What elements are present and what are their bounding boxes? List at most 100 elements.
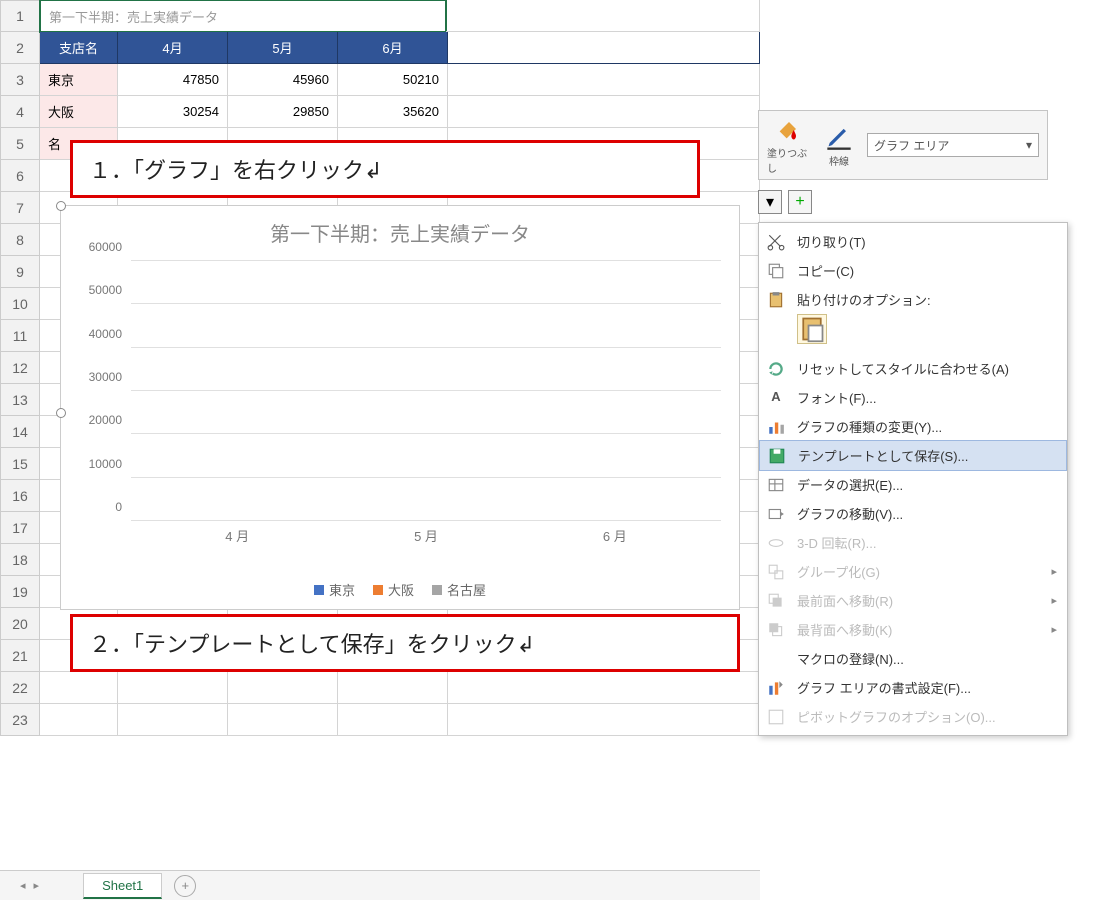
menu-font[interactable]: A フォント(F)... [759,383,1067,412]
sheet-tab[interactable]: Sheet1 [83,873,162,899]
row-header[interactable]: 20 [0,608,40,640]
header-apr[interactable]: 4月 [118,32,228,64]
legend-item-nagoya[interactable]: 名古屋 [432,580,486,599]
y-tick: 0 [115,500,122,514]
row-header[interactable]: 8 [0,224,40,256]
cell-branch[interactable]: 大阪 [40,96,118,128]
menu-save-as-template[interactable]: テンプレートとして保存(S)... [759,440,1067,471]
cell[interactable] [448,64,760,96]
menu-move-chart[interactable]: グラフの移動(V)... [759,499,1067,528]
cell[interactable] [118,704,228,736]
row-header[interactable]: 19 [0,576,40,608]
cell-value[interactable]: 50210 [338,64,448,96]
header-branch[interactable]: 支店名 [40,32,118,64]
embedded-chart[interactable]: 第一下半期：売上実績データ 0 10000 20000 30000 40000 … [60,205,740,610]
row-header[interactable]: 13 [0,384,40,416]
row-header[interactable]: 18 [0,544,40,576]
x-tick: 4 月 [225,526,249,545]
row-header[interactable]: 9 [0,256,40,288]
header-may[interactable]: 5月 [228,32,338,64]
cell[interactable] [446,0,760,32]
menu-cut[interactable]: 切り取り(T) [759,227,1067,256]
paste-option-button[interactable] [797,314,827,344]
header-jun[interactable]: 6月 [338,32,448,64]
menu-format-chart-area[interactable]: グラフ エリアの書式設定(F)... [759,673,1067,702]
menu-select-data[interactable]: データの選択(E)... [759,470,1067,499]
cell[interactable] [448,704,760,736]
tab-prev-icon[interactable]: ◂ [20,879,26,892]
row-header[interactable]: 2 [0,32,40,64]
row-header[interactable]: 5 [0,128,40,160]
tab-nav[interactable]: ◂ ▸ [20,879,39,892]
cell-value[interactable]: 45960 [228,64,338,96]
chart-resize-handle[interactable] [56,408,66,418]
row-header[interactable]: 16 [0,480,40,512]
y-tick: 10000 [89,457,122,471]
row-header[interactable]: 6 [0,160,40,192]
chart-element-selector[interactable]: グラフ エリア ▾ [867,133,1039,157]
title-cell[interactable]: 第一下半期：売上実績データ [39,0,447,33]
cell[interactable] [448,32,760,64]
y-tick: 40000 [89,327,122,341]
cell-value[interactable]: 35620 [338,96,448,128]
row-header[interactable]: 12 [0,352,40,384]
cell[interactable] [338,704,448,736]
x-axis: 4 月 5 月 6 月 [131,526,721,550]
x-tick: 5 月 [414,526,438,545]
cell[interactable] [448,672,760,704]
menu-assign-macro[interactable]: マクロの登録(N)... [759,644,1067,673]
row-header[interactable]: 15 [0,448,40,480]
row-header[interactable]: 22 [0,672,40,704]
cell[interactable] [40,672,118,704]
scissors-icon [767,233,785,251]
cell[interactable] [448,96,760,128]
row-header[interactable]: 1 [0,0,40,32]
x-tick: 6 月 [603,526,627,545]
plot-area[interactable] [131,261,721,521]
chart-filter-button[interactable]: ▾ [758,190,782,214]
plus-icon: + [795,193,804,211]
cell[interactable] [118,672,228,704]
row-header[interactable]: 3 [0,64,40,96]
row-header[interactable]: 10 [0,288,40,320]
reset-icon [767,360,785,378]
legend-item-tokyo[interactable]: 東京 [314,580,355,599]
outline-button[interactable]: 枠線 [817,123,861,168]
row-header[interactable]: 17 [0,512,40,544]
y-tick: 20000 [89,413,122,427]
cell[interactable] [338,672,448,704]
row-header[interactable]: 14 [0,416,40,448]
menu-change-chart-type[interactable]: グラフの種類の変更(Y)... [759,412,1067,441]
row-header[interactable]: 11 [0,320,40,352]
save-template-icon [768,447,786,465]
menu-reset-style[interactable]: リセットしてスタイルに合わせる(A) [759,354,1067,383]
menu-copy[interactable]: コピー(C) [759,256,1067,285]
cell-value[interactable]: 47850 [118,64,228,96]
cell-branch[interactable]: 東京 [40,64,118,96]
cell[interactable] [228,672,338,704]
fill-button[interactable]: 塗りつぶし [767,115,811,175]
chart-title[interactable]: 第一下半期：売上実績データ [61,206,739,253]
chart-legend[interactable]: 東京 大阪 名古屋 [61,580,739,599]
cell[interactable] [228,704,338,736]
mini-toolbar: 塗りつぶし 枠線 グラフ エリア ▾ [758,110,1048,180]
chart-resize-handle[interactable] [56,201,66,211]
paste-option-row [759,314,1067,354]
row-header[interactable]: 4 [0,96,40,128]
chart-add-element-button[interactable]: + [788,190,812,214]
y-axis: 0 10000 20000 30000 40000 50000 60000 [71,261,126,521]
cell[interactable] [40,704,118,736]
font-icon: A [767,389,785,407]
tab-next-icon[interactable]: ▸ [34,879,40,892]
y-tick: 60000 [89,240,122,254]
cell-value[interactable]: 29850 [228,96,338,128]
cell-value[interactable]: 30254 [118,96,228,128]
add-sheet-button[interactable]: + [174,875,196,897]
copy-icon [767,262,785,280]
row-header[interactable]: 7 [0,192,40,224]
pivot-icon [767,708,785,726]
row-header[interactable]: 21 [0,640,40,672]
submenu-arrow-icon: ▸ [1051,623,1057,636]
legend-item-osaka[interactable]: 大阪 [373,580,414,599]
row-header[interactable]: 23 [0,704,40,736]
